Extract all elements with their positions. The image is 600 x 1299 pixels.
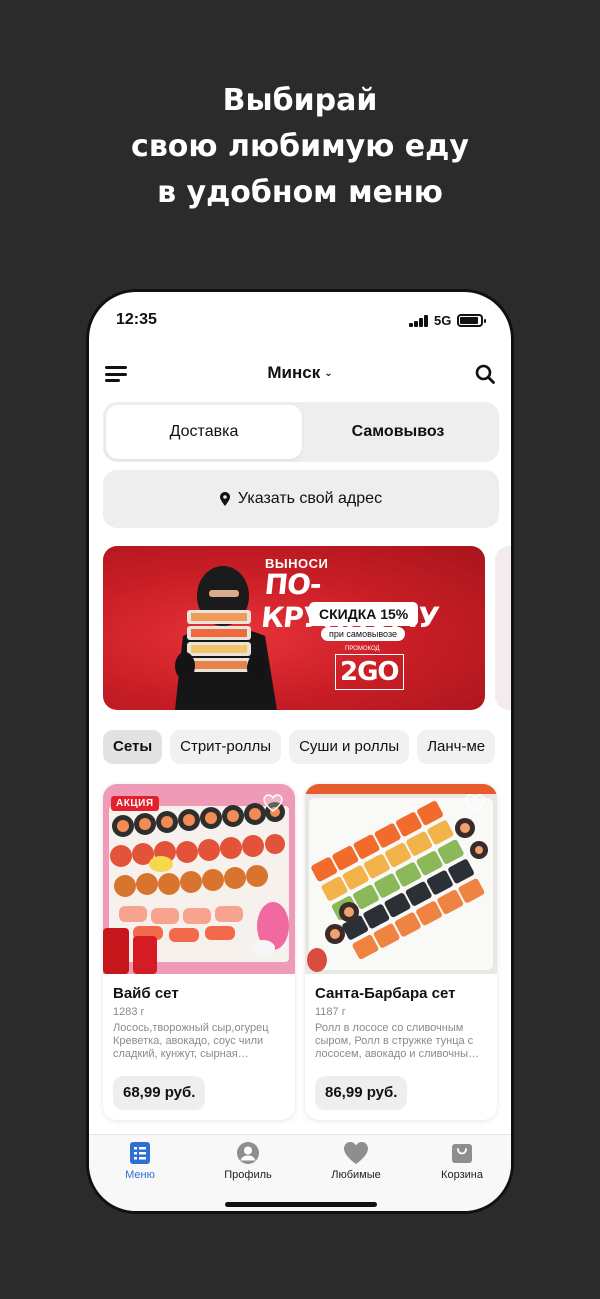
banner-promo-label: ПРОМОКОД <box>345 646 380 652</box>
promo-banner[interactable]: ВЫНОСИ ПО-КРУПНОМУ СКИДКА 15% при самовы… <box>103 546 485 710</box>
tab-favorites[interactable]: Любимые <box>311 1141 401 1181</box>
banner-condition: при самовывозе <box>321 627 405 641</box>
chip-street-rolls[interactable]: Стрит-роллы <box>170 730 282 764</box>
delivery-option-button[interactable]: Доставка <box>106 405 302 459</box>
app-screen: 12:35 5G Минск ⌄ Доставка Самовывоз Указ… <box>89 292 511 1211</box>
tab-favorites-label: Любимые <box>331 1169 381 1181</box>
price-button[interactable]: 86,99 руб. <box>315 1076 408 1110</box>
product-weight: 1283 г <box>113 1006 145 1018</box>
product-title: Вайб сет <box>113 985 179 1002</box>
favorite-heart-icon[interactable] <box>263 794 283 812</box>
price-button[interactable]: 68,99 руб. <box>113 1076 206 1110</box>
tab-menu[interactable]: Меню <box>95 1141 185 1181</box>
home-indicator <box>225 1202 377 1207</box>
chevron-down-icon: ⌄ <box>324 368 333 379</box>
chip-lunch[interactable]: Ланч-ме <box>417 730 496 764</box>
product-card[interactable]: АКЦИЯ Вайб сет 1283 г Лосось,творожный с… <box>103 784 295 1120</box>
tab-cart-label: Корзина <box>441 1169 483 1181</box>
product-card[interactable]: Санта-Барбара сет 1187 г Ролл в лососе с… <box>305 784 497 1120</box>
bottom-tab-bar: Меню Профиль Любимые Корзина <box>89 1134 511 1211</box>
product-image <box>305 784 497 974</box>
product-weight: 1187 г <box>315 1006 346 1018</box>
status-bar: 12:35 5G <box>89 292 511 352</box>
headline-line-2: свою любимую еду <box>131 129 469 164</box>
tab-profile[interactable]: Профиль <box>203 1141 293 1181</box>
address-label: Указать свой адрес <box>237 490 383 507</box>
headline-line-3: в удобном меню <box>157 175 443 210</box>
cart-bag-icon <box>452 1144 472 1163</box>
tab-profile-label: Профиль <box>224 1169 272 1181</box>
promo-headline: Выбирай свою любимую еду в удобном меню <box>0 78 600 216</box>
top-navigation: Минск ⌄ <box>89 360 511 390</box>
battery-icon <box>457 314 486 327</box>
chip-sets[interactable]: Сеты <box>103 730 163 764</box>
search-icon[interactable] <box>475 364 495 384</box>
product-image <box>103 784 295 974</box>
tab-cart[interactable]: Корзина <box>417 1141 507 1181</box>
delivery-mode-toggle: Доставка Самовывоз <box>103 402 499 462</box>
heart-icon <box>344 1142 368 1164</box>
signal-icon <box>409 315 429 327</box>
city-selector[interactable]: Минск ⌄ <box>89 363 511 383</box>
product-description: Лосось,творожный сыр,огурец Креветка, ав… <box>113 1022 269 1060</box>
headline-line-1: Выбирай <box>222 83 378 118</box>
network-type: 5G <box>434 313 452 328</box>
favorite-heart-icon[interactable] <box>465 794 485 812</box>
product-title: Санта-Барбара сет <box>315 985 456 1002</box>
next-banner-peek[interactable] <box>495 546 511 710</box>
pickup-option-button[interactable]: Самовывоз <box>300 405 496 459</box>
profile-icon <box>237 1142 259 1164</box>
banner-discount: СКИДКА 15% <box>309 602 419 626</box>
address-button[interactable]: Указать свой адрес <box>103 470 499 528</box>
location-pin-icon <box>219 492 230 506</box>
banner-promo-code: 2GO <box>335 654 404 690</box>
sale-badge: АКЦИЯ <box>111 796 159 811</box>
chip-sushi-rolls[interactable]: Суши и роллы <box>289 730 410 764</box>
product-description: Ролл в лососе со сливочным сыром, Ролл в… <box>315 1022 479 1060</box>
menu-list-icon <box>130 1142 150 1164</box>
phone-frame: 12:35 5G Минск ⌄ Доставка Самовывоз Указ… <box>86 289 514 1214</box>
city-name: Минск <box>267 363 321 382</box>
status-time: 12:35 <box>116 311 157 328</box>
tab-menu-label: Меню <box>125 1169 155 1181</box>
category-chips: Сеты Стрит-роллы Суши и роллы Ланч-ме <box>103 730 511 764</box>
